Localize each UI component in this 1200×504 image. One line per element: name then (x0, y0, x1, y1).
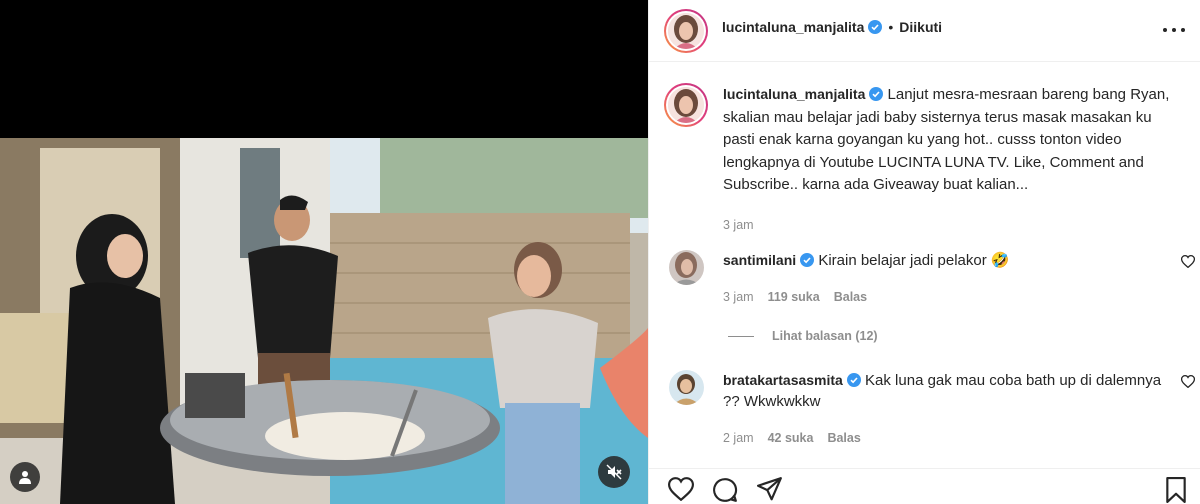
comment-text-block: bratakartasasmita Kak luna gak mau coba … (723, 370, 1163, 412)
comment-time: 3 jam (723, 290, 754, 304)
view-replies-label: Lihat balasan (12) (772, 329, 878, 343)
share-icon[interactable] (757, 477, 783, 501)
post-media[interactable] (0, 0, 648, 504)
caption-timestamp: 3 jam (723, 217, 754, 232)
comment-avatar[interactable] (669, 250, 704, 285)
replies-divider (728, 335, 754, 337)
view-replies-button[interactable]: Lihat balasan (12) (728, 329, 878, 343)
verified-badge-icon (868, 19, 883, 34)
verified-badge-icon (800, 253, 815, 267)
comment-like-heart-icon[interactable] (1181, 255, 1195, 268)
caption-text: Lanjut mesra-mesraan bareng bang Ryan, s… (723, 86, 1170, 193)
post-video-frame[interactable] (0, 138, 648, 504)
bookmark-icon[interactable] (1165, 477, 1187, 503)
user-tag-button[interactable] (10, 462, 40, 492)
verified-badge-icon (846, 373, 861, 387)
user-tag-icon (19, 471, 31, 484)
caption-username[interactable]: lucintaluna_manjalita (723, 86, 865, 102)
comment-username[interactable]: bratakartasasmita (723, 372, 843, 388)
commenter-avatar-image (669, 370, 704, 405)
follow-status-button[interactable]: Diikuti (899, 19, 942, 35)
commenter-avatar-image (669, 250, 704, 285)
caption-text-block: lucintaluna_manjalita Lanjut mesra-mesra… (723, 83, 1183, 197)
caption-avatar-image (668, 87, 704, 123)
comments-section[interactable]: lucintaluna_manjalita Lanjut mesra-mesra… (649, 63, 1200, 468)
comment-text-block: santimilani Kirain belajar jadi pelakor … (723, 250, 1163, 271)
post-actions-bar (649, 468, 1200, 504)
comment-meta: 3 jam 119 suka Balas (723, 290, 867, 304)
comment-avatar[interactable] (669, 370, 704, 405)
comment-username[interactable]: santimilani (723, 252, 796, 268)
comment-likes[interactable]: 119 suka (768, 290, 820, 304)
post-caption: lucintaluna_manjalita Lanjut mesra-mesra… (664, 83, 1194, 232)
comment-likes[interactable]: 42 suka (768, 431, 814, 445)
comment-reply-button[interactable]: Balas (827, 431, 860, 445)
comment-reply-button[interactable]: Balas (834, 290, 867, 304)
comment-text: Kirain belajar jadi pelakor 🤣 (818, 252, 1010, 269)
header-separator: • (888, 18, 894, 35)
comment-like-heart-icon[interactable] (1181, 375, 1195, 388)
author-username[interactable]: lucintaluna_manjalita (722, 19, 864, 35)
muted-speaker-icon (606, 464, 622, 480)
post-header: lucintaluna_manjalita • Diikuti (649, 0, 1200, 62)
comment-meta: 2 jam 42 suka Balas (723, 431, 861, 445)
more-options-icon[interactable] (1163, 20, 1185, 40)
author-avatar-image (668, 12, 704, 49)
heart-icon[interactable] (668, 477, 694, 501)
comment-time: 2 jam (723, 431, 754, 445)
comment-icon[interactable] (712, 477, 738, 503)
mute-toggle-button[interactable] (598, 456, 630, 488)
caption-author-avatar[interactable] (664, 83, 708, 127)
video-scene-illustration (0, 138, 648, 504)
verified-badge-icon (869, 87, 884, 101)
author-avatar[interactable] (664, 8, 708, 53)
post-side-panel: lucintaluna_manjalita • Diikuti lucintal… (648, 0, 1200, 504)
